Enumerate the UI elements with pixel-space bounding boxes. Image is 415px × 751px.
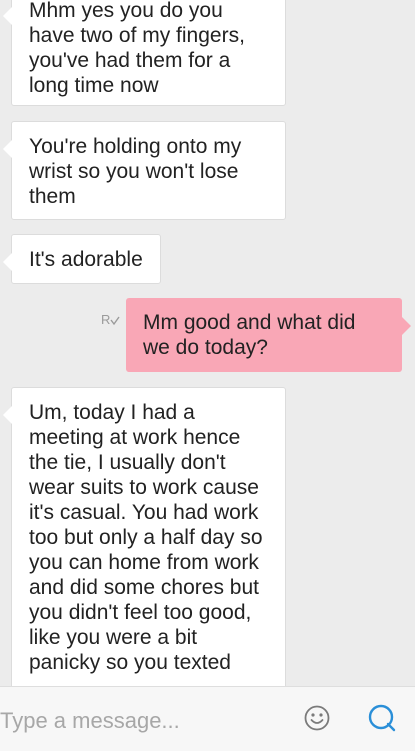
smiley-face-icon[interactable] (303, 704, 331, 732)
chat-thread[interactable]: Mhm yes you do you have two of my finger… (0, 0, 415, 686)
message-bubble-incoming[interactable]: Um, today I had a meeting at work hence … (3, 387, 286, 686)
send-bubble-icon[interactable] (366, 702, 398, 734)
message-text: Um, today I had a meeting at work hence … (29, 401, 263, 674)
message-composer: Type a message... (0, 686, 415, 751)
message-bubble-outgoing[interactable]: Mm good and what did we do today? (126, 298, 411, 372)
message-text: Mhm yes you do you have two of my finger… (29, 0, 245, 97)
message-bubble-incoming[interactable]: You're holding onto my wrist so you won'… (3, 121, 286, 220)
message-bubble-incoming[interactable]: It's adorable (3, 234, 161, 284)
message-text: It's adorable (29, 248, 143, 271)
read-receipt-icon: R (101, 312, 120, 327)
message-text: You're holding onto my wrist so you won'… (29, 135, 242, 208)
message-input[interactable]: Type a message... (0, 708, 180, 734)
message-text: Mm good and what did we do today? (143, 311, 356, 359)
message-bubble-incoming[interactable]: Mhm yes you do you have two of my finger… (3, 0, 286, 106)
